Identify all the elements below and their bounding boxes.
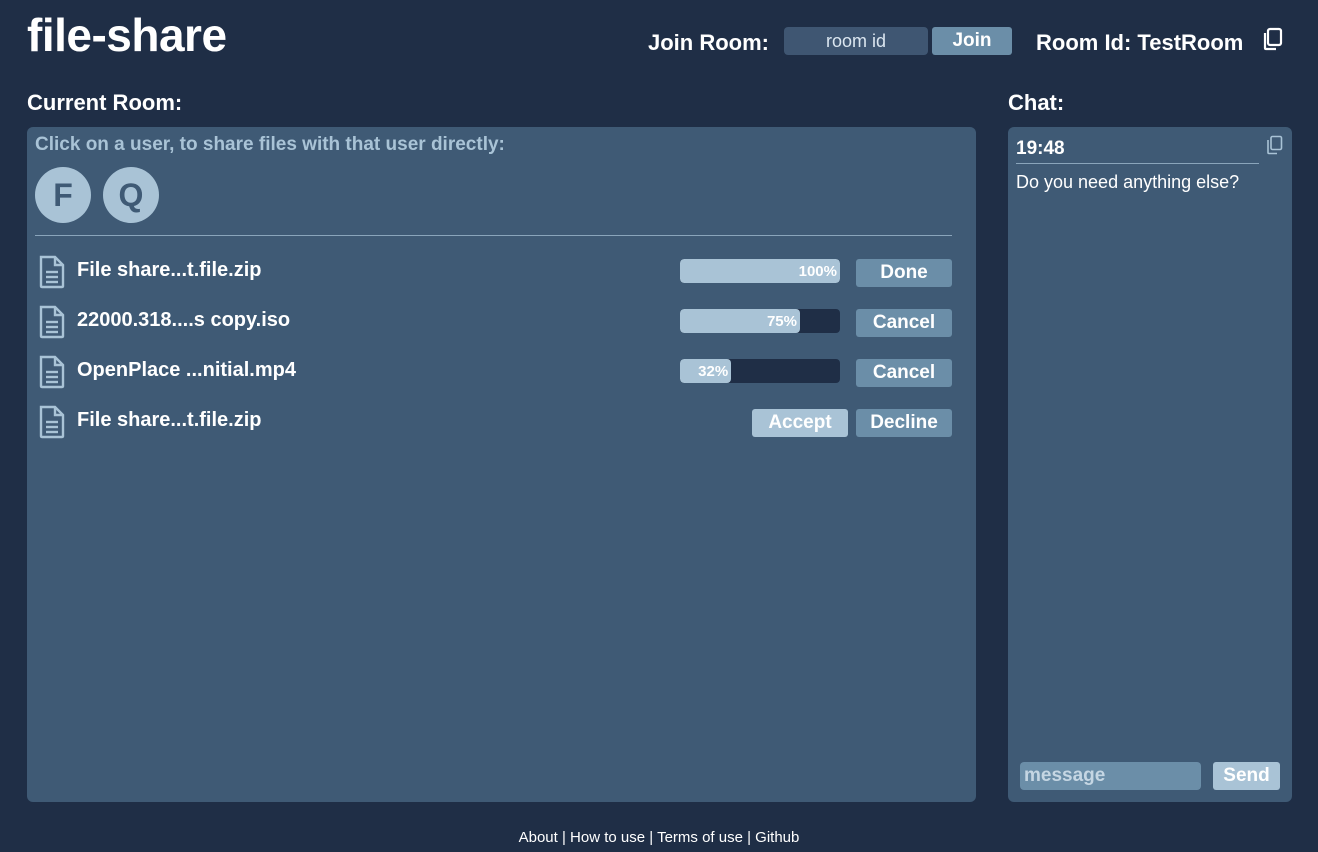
message-divider	[1016, 163, 1259, 164]
file-name: File share...t.file.zip	[77, 259, 262, 281]
user-avatar-q[interactable]: Q	[103, 167, 159, 223]
footer-separator: |	[557, 829, 571, 846]
file-name: 22000.318....s copy.iso	[77, 309, 291, 331]
file-name: OpenPlace ...nitial.mp4	[77, 359, 296, 381]
decline-button[interactable]: Decline	[856, 409, 952, 437]
about-link[interactable]: About	[519, 829, 558, 846]
file-document-icon	[39, 305, 65, 339]
file-transfer-row: OpenPlace ...nitial.mp4 32% Cancel	[27, 355, 976, 389]
transfer-progress-bar: 32%	[680, 359, 840, 383]
how-to-use-link[interactable]: How to use	[570, 829, 645, 846]
file-transfer-row: 22000.318....s copy.iso 75% Cancel	[27, 305, 976, 339]
file-transfer-row: File share...t.file.zip Accept Decline	[27, 405, 976, 439]
file-document-icon	[39, 355, 65, 389]
footer: About | How to use | Terms of use | Gith…	[0, 829, 1318, 846]
file-name: File share...t.file.zip	[77, 409, 262, 431]
join-button[interactable]: Join	[932, 27, 1012, 55]
transfer-progress-bar: 100%	[680, 259, 840, 283]
file-document-icon	[39, 255, 65, 289]
terms-of-use-link[interactable]: Terms of use	[657, 829, 743, 846]
user-avatar-f[interactable]: F	[35, 167, 91, 223]
copy-icon[interactable]	[1265, 135, 1283, 155]
room-id-display: Room Id: TestRoom	[1036, 30, 1244, 55]
cancel-button[interactable]: Cancel	[856, 359, 952, 387]
join-room-label: Join Room:	[648, 30, 769, 55]
accept-button[interactable]: Accept	[752, 409, 848, 437]
file-transfer-row: File share...t.file.zip 100% Done	[27, 255, 976, 289]
current-room-panel: Click on a user, to share files with tha…	[27, 127, 976, 802]
current-room-heading: Current Room:	[27, 90, 183, 115]
footer-separator: |	[742, 829, 756, 846]
progress-fill: 75%	[680, 309, 800, 333]
progress-label: 75%	[766, 312, 797, 330]
message-time: 19:48	[1016, 138, 1065, 159]
send-button[interactable]: Send	[1213, 762, 1280, 790]
room-id-input[interactable]	[784, 27, 928, 55]
file-document-icon	[39, 405, 65, 439]
github-link[interactable]: Github	[755, 829, 799, 846]
chat-heading: Chat:	[1008, 90, 1065, 115]
copy-icon[interactable]	[1261, 27, 1283, 51]
progress-label: 100%	[798, 262, 837, 280]
progress-fill: 100%	[680, 259, 840, 283]
progress-label: 32%	[698, 362, 729, 380]
transfer-progress-bar: 75%	[680, 309, 840, 333]
footer-separator: |	[645, 829, 658, 846]
room-hint: Click on a user, to share files with tha…	[35, 134, 505, 155]
done-button[interactable]: Done	[856, 259, 952, 287]
chat-panel: 19:48 Do you need anything else? Send	[1008, 127, 1292, 802]
message-text: Do you need anything else?	[1016, 172, 1240, 192]
progress-fill: 32%	[680, 359, 732, 383]
message-input[interactable]	[1020, 762, 1201, 790]
divider	[35, 235, 952, 236]
cancel-button[interactable]: Cancel	[856, 309, 952, 337]
app-title: file-share	[27, 9, 227, 61]
